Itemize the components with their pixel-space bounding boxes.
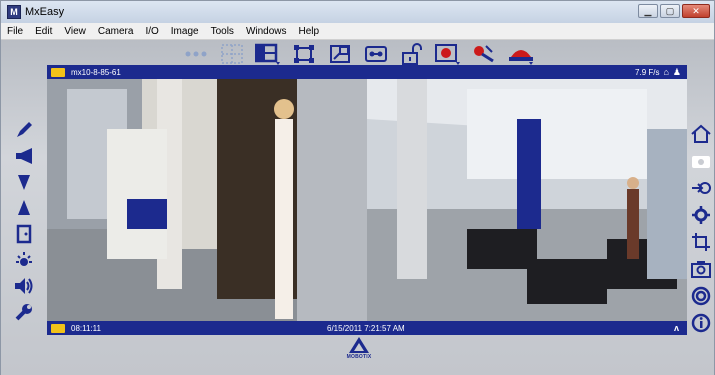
camera-image[interactable]	[47, 79, 687, 321]
speaker-icon[interactable]	[13, 276, 35, 296]
mobotix-small-icon: ʌ	[673, 323, 679, 333]
toolbar	[183, 42, 533, 66]
menu-view[interactable]: View	[58, 26, 92, 37]
user-icon[interactable]: ♟	[673, 67, 681, 78]
menu-file[interactable]: File	[1, 26, 29, 37]
brightness-icon[interactable]	[13, 250, 35, 270]
resize-window-icon[interactable]	[327, 43, 353, 65]
triangle-up-icon[interactable]	[13, 198, 35, 218]
logo-text: MOBOTIX	[346, 354, 372, 360]
menu-camera[interactable]: Camera	[92, 26, 140, 37]
camera-name: mx10-8-85-61	[71, 67, 121, 77]
close-button[interactable]: ✕	[682, 4, 710, 18]
app-area: mx10-8-85-61 7.9 F/s ⌂ ♟ 08:11:11 6/15/2…	[1, 40, 714, 375]
window-title: MxEasy	[25, 6, 65, 18]
layout-grid-icon[interactable]	[219, 43, 245, 65]
crop-icon[interactable]	[690, 232, 712, 252]
menu-windows[interactable]: Windows	[240, 26, 293, 37]
camera-datetime: 6/15/2011 7:21:57 AM	[327, 323, 405, 333]
megaphone-icon[interactable]	[13, 146, 35, 166]
home-icon[interactable]	[690, 124, 712, 144]
record-icon[interactable]	[435, 43, 461, 65]
alarm-light-icon[interactable]	[507, 43, 533, 65]
home-small-icon[interactable]: ⌂	[663, 67, 668, 77]
info-icon[interactable]	[690, 313, 712, 333]
more-dots-icon[interactable]	[183, 43, 209, 65]
camera-badge-icon	[51, 67, 65, 77]
menu-image[interactable]: Image	[165, 26, 205, 37]
left-control-panel	[9, 120, 39, 322]
view-layout-icon[interactable]	[255, 43, 281, 65]
camera-info-bar: mx10-8-85-61 7.9 F/s ⌂ ♟	[47, 65, 687, 79]
minimize-button[interactable]: ▁	[638, 4, 658, 18]
unlock-icon[interactable]	[399, 43, 425, 65]
maximize-button[interactable]: ▢	[660, 4, 680, 18]
login-arrow-icon[interactable]	[690, 178, 712, 198]
triangle-down-icon[interactable]	[13, 172, 35, 192]
menu-io[interactable]: I/O	[139, 26, 164, 37]
lifebuoy-icon[interactable]	[690, 286, 712, 306]
app-window: M MxEasy ▁ ▢ ✕ File Edit View Camera I/O…	[0, 0, 715, 375]
title-bar: M MxEasy ▁ ▢ ✕	[1, 1, 714, 23]
camera-time: 08:11:11	[71, 323, 101, 333]
camera-status-bar: 08:11:11 6/15/2011 7:21:57 AM ʌ	[47, 321, 687, 335]
mic-plug-icon[interactable]	[471, 43, 497, 65]
status-badge-icon	[51, 323, 65, 333]
menu-tools[interactable]: Tools	[205, 26, 240, 37]
wrench-icon[interactable]	[13, 302, 35, 322]
mobotix-logo: MOBOTIX	[341, 336, 377, 364]
app-logo-icon: M	[7, 5, 21, 19]
menu-help[interactable]: Help	[293, 26, 326, 37]
menu-bar: File Edit View Camera I/O Image Tools Wi…	[1, 23, 714, 40]
menu-edit[interactable]: Edit	[29, 26, 58, 37]
fullscreen-icon[interactable]	[291, 43, 317, 65]
gear-icon[interactable]	[690, 205, 712, 225]
cassette-icon[interactable]	[363, 43, 389, 65]
right-control-panel	[689, 124, 713, 333]
pen-icon[interactable]	[13, 120, 35, 140]
snapshot-icon[interactable]	[690, 259, 712, 279]
door-icon[interactable]	[13, 224, 35, 244]
camera-switch-icon[interactable]	[690, 151, 712, 171]
frame-rate: 7.9 F/s	[635, 67, 660, 77]
window-controls: ▁ ▢ ✕	[638, 4, 710, 18]
camera-viewer[interactable]: mx10-8-85-61 7.9 F/s ⌂ ♟ 08:11:11 6/15/2…	[47, 65, 687, 335]
